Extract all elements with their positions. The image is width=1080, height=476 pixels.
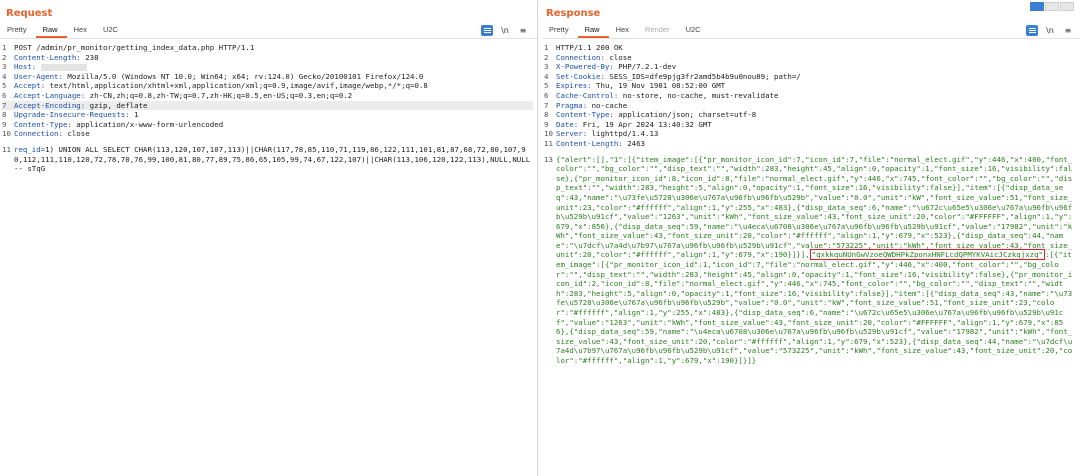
tab-raw[interactable]: Raw	[35, 24, 67, 38]
newline-toggle-button[interactable]: \n	[499, 25, 511, 36]
response-viewer[interactable]: 1 HTTP/1.1 200 OK 2 Connection: close 3 X-P…	[544, 43, 1076, 366]
injected-marker-highlight: "qxkkquNUnGwVzoeQWDHPkZponxHNFLcdQPMYKVA…	[809, 249, 1046, 261]
response-header-line: 9 Date: Fri, 19 Apr 2024 13:40:32 GMT	[544, 119, 712, 129]
status-line: 1 HTTP/1.1 200 OK	[544, 43, 623, 52]
request-body: 11 req_id=1) UNION ALL SELECT CHAR(113,12…	[2, 144, 531, 174]
tab-pretty[interactable]: Pretty	[0, 24, 36, 38]
response-title: Response	[546, 8, 601, 19]
tab-u2c[interactable]: U2C	[96, 24, 127, 38]
menu-icon[interactable]: ≡	[517, 25, 529, 36]
menu-icon[interactable]: ≡	[1062, 25, 1074, 36]
response-body: 13 {"alert":[],"1":[{"item_image":[{"pr_m…	[544, 154, 1073, 365]
request-header-line: 4 User-Agent: Mozilla/5.0 (Windows NT 10.…	[2, 71, 424, 81]
response-header-line: 4 Set-Cookie: SESS_IDS=dfe9pjg3fr2amd5b4b…	[544, 71, 801, 81]
tab-hex[interactable]: Hex	[609, 24, 638, 38]
request-header-line: 2 Content-Length: 238	[2, 52, 99, 62]
response-header-line: 6 Cache-Control: no-store, no-cache, must…	[544, 90, 779, 100]
tab-raw[interactable]: Raw	[577, 24, 609, 38]
format-icon[interactable]	[481, 25, 493, 36]
request-toolbar: \n ≡	[481, 25, 529, 36]
response-header-line: 11 Content-Length: 2463	[544, 138, 645, 148]
request-panel: Request Pretty Raw Hex U2C \n ≡ 1 POST /a…	[0, 0, 538, 476]
response-header-line: 8 Content-Type: application/json; charset…	[544, 110, 757, 120]
response-header-line: 7 Pragma: no-cache	[544, 100, 628, 110]
response-toolbar: \n ≡	[1026, 25, 1074, 36]
response-tabs: Pretty Raw Hex Render U2C	[542, 24, 1080, 39]
response-panel: Response Pretty Raw Hex Render U2C \n ≡ …	[542, 0, 1080, 476]
request-tabs: Pretty Raw Hex U2C	[0, 24, 537, 39]
request-header-line: 3 Host:	[2, 62, 533, 72]
response-header-line: 3 X-Powered-By: PHP/7.2.1-dev	[544, 62, 677, 72]
newline-toggle-button[interactable]: \n	[1044, 25, 1056, 36]
tab-hex[interactable]: Hex	[67, 24, 96, 38]
response-header-line: 2 Connection: close	[544, 52, 632, 62]
request-header-line: 7 Accept-Encoding: gzip, deflate	[2, 100, 533, 111]
tab-render[interactable]: Render	[638, 24, 679, 38]
tab-u2c[interactable]: U2C	[679, 24, 710, 38]
request-header-line: 10 Connection: close	[2, 129, 90, 139]
request-line: 1 POST /admin/pr_monitor/getting_index_da…	[2, 43, 255, 52]
request-editor[interactable]: 1 POST /admin/pr_monitor/getting_index_da…	[2, 43, 533, 174]
response-header-line: 10 Server: lighttpd/1.4.13	[544, 129, 659, 139]
format-icon[interactable]	[1026, 25, 1038, 36]
request-header-line: 5 Accept: text/html,application/xhtml+xml…	[2, 81, 428, 91]
request-header-line: 8 Upgrade-Insecure-Requests: 1	[2, 110, 139, 120]
redacted-host-block	[40, 63, 87, 71]
tab-pretty[interactable]: Pretty	[542, 24, 578, 38]
request-title: Request	[6, 8, 53, 19]
request-header-line: 9 Content-Type: application/x-www-form-ur…	[2, 119, 224, 129]
response-header-line: 5 Expires: Thu, 19 Nov 1981 08:52:00 GMT	[544, 81, 726, 91]
request-header-line: 6 Accept-Language: zh-CN,zh;q=0.8,zh-TW;q…	[2, 90, 353, 100]
